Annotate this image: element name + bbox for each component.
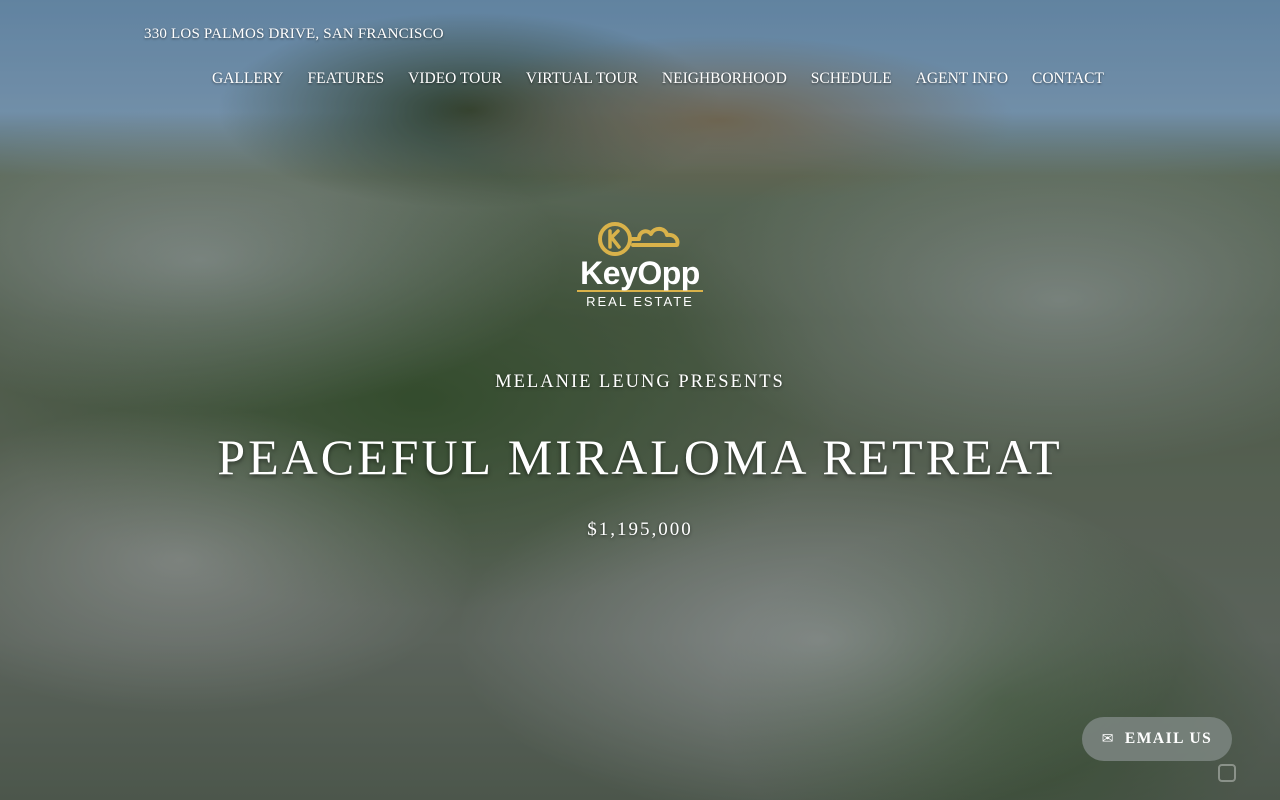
envelope-icon: ✉ <box>1101 731 1115 747</box>
email-us-button[interactable]: ✉ EMAIL US <box>1082 717 1232 761</box>
email-us-label: EMAIL US <box>1124 730 1213 747</box>
corner-watermark-icon <box>1218 762 1280 784</box>
property-address: 330 LOS PALMOS DRIVE, SAN FRANCISCO <box>144 26 444 42</box>
brand-logo: KeyOpp REAL ESTATE <box>575 218 705 322</box>
nav-video-tour[interactable]: VIDEO TOUR <box>408 70 502 88</box>
nav-agent-info[interactable]: AGENT INFO <box>916 70 1008 88</box>
logo-tagline: REAL ESTATE <box>586 294 694 309</box>
listing-price: $1,195,000 <box>587 519 693 540</box>
nav-contact[interactable]: CONTACT <box>1032 70 1104 88</box>
nav-features[interactable]: FEATURES <box>308 70 385 88</box>
nav-gallery[interactable]: GALLERY <box>212 70 283 88</box>
presenter-line: MELANIE LEUNG PRESENTS <box>495 372 785 392</box>
nav-virtual-tour[interactable]: VIRTUAL TOUR <box>526 70 638 88</box>
key-cloud-logo-icon <box>598 222 680 256</box>
main-navigation: GALLERY FEATURES VIDEO TOUR VIRTUAL TOUR… <box>0 70 1280 88</box>
listing-title: PEACEFUL MIRALOMA RETREAT <box>217 429 1063 485</box>
logo-wordmark: KeyOpp <box>580 255 700 291</box>
hero-background-image <box>0 0 1280 800</box>
nav-neighborhood[interactable]: NEIGHBORHOOD <box>662 70 787 88</box>
nav-schedule[interactable]: SCHEDULE <box>811 70 892 88</box>
